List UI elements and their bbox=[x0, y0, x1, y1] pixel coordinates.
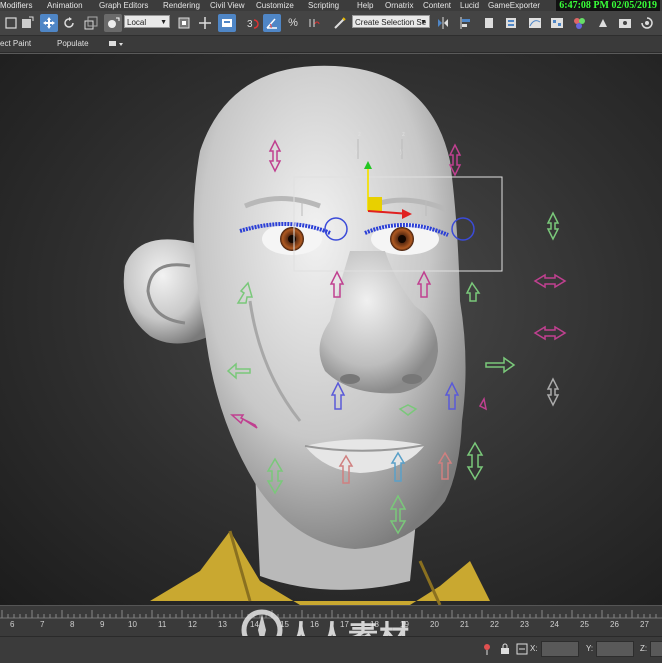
schematic-view-icon[interactable] bbox=[548, 14, 566, 32]
svg-text:z: z bbox=[358, 132, 361, 138]
tick-label: 23 bbox=[520, 620, 529, 629]
named-selection-set-dropdown[interactable]: Create Selection Se ▼ bbox=[352, 15, 430, 28]
align-icon[interactable] bbox=[456, 14, 474, 32]
tick-label: 24 bbox=[550, 620, 559, 629]
x-coordinate-field[interactable] bbox=[541, 641, 579, 657]
control-arrow-jaw-mid bbox=[478, 396, 488, 411]
control-arrow-temple-right bbox=[448, 143, 462, 177]
tick-label: 9 bbox=[100, 620, 105, 629]
absolute-mode-icon[interactable] bbox=[516, 642, 528, 660]
y-coordinate-label: Y: bbox=[586, 644, 594, 653]
rotate-icon[interactable] bbox=[60, 14, 78, 32]
menu-scripting[interactable]: Scripting bbox=[308, 0, 339, 11]
scene-render: zzyy bbox=[123, 65, 567, 606]
menu-rendering[interactable]: Rendering bbox=[163, 0, 200, 11]
tick-label: 7 bbox=[40, 620, 45, 629]
snaps-toggle-icon[interactable]: 3 bbox=[244, 14, 262, 32]
tick-label: 21 bbox=[460, 620, 469, 629]
status-bar: X: Y: Z: bbox=[0, 636, 662, 663]
x-coordinate-label: X: bbox=[530, 644, 538, 653]
pivot-center-icon[interactable] bbox=[175, 14, 193, 32]
ribbon-tab-populate[interactable]: Populate bbox=[57, 36, 89, 52]
manipulate-icon[interactable] bbox=[196, 14, 214, 32]
spinner-snap-icon[interactable] bbox=[304, 14, 322, 32]
mirror-icon[interactable] bbox=[434, 14, 452, 32]
tick-label: 25 bbox=[580, 620, 589, 629]
control-arrow-temple-r2 bbox=[465, 281, 481, 302]
main-toolbar: Local ▼ 3 % Create Selection Se ▼ bbox=[0, 11, 662, 36]
key-filter-icon[interactable] bbox=[482, 642, 492, 660]
perspective-viewport[interactable]: zzyy bbox=[0, 53, 662, 606]
z-coordinate-field[interactable] bbox=[650, 641, 662, 657]
tick-label: 12 bbox=[188, 620, 197, 629]
control-arrow-side-middle bbox=[533, 325, 567, 341]
curve-editor-icon[interactable] bbox=[526, 14, 544, 32]
render-setup-icon[interactable] bbox=[594, 14, 612, 32]
angle-snap-button[interactable] bbox=[263, 14, 281, 32]
reference-coordinate-dropdown[interactable]: Local ▼ bbox=[124, 15, 170, 28]
tick-label: 27 bbox=[640, 620, 649, 629]
menu-lucid[interactable]: Lucid bbox=[460, 0, 479, 11]
menu-content[interactable]: Content bbox=[423, 0, 451, 11]
ribbon-options-icon[interactable] bbox=[108, 36, 124, 52]
keyboard-shortcut-override-button[interactable] bbox=[218, 14, 236, 32]
render-production-icon[interactable] bbox=[638, 14, 656, 32]
ribbon-tab-object-paint[interactable]: ect Paint bbox=[0, 36, 31, 52]
tick-label: 22 bbox=[490, 620, 499, 629]
material-editor-icon[interactable] bbox=[570, 14, 588, 32]
tick-label: 10 bbox=[128, 620, 137, 629]
tick-label: 13 bbox=[218, 620, 227, 629]
menu-civil-view[interactable]: Civil View bbox=[210, 0, 245, 11]
layer-explorer-icon[interactable] bbox=[480, 14, 498, 32]
control-arrow-jaw-right bbox=[466, 441, 484, 481]
tick-label: 8 bbox=[70, 620, 75, 629]
place-icon[interactable] bbox=[104, 14, 122, 32]
tick-label: 26 bbox=[610, 620, 619, 629]
menu-customize[interactable]: Customize bbox=[256, 0, 294, 11]
control-arrow-side-upper bbox=[533, 273, 567, 289]
svg-text:z: z bbox=[402, 132, 405, 138]
rendered-frame-window-icon[interactable] bbox=[616, 14, 634, 32]
menu-graph-editors[interactable]: Graph Editors bbox=[99, 0, 148, 11]
menu-gameexporter[interactable]: GameExporter bbox=[488, 0, 540, 11]
tick-label: 6 bbox=[10, 620, 15, 629]
tick-label: 20 bbox=[430, 620, 439, 629]
z-coordinate-label: Z: bbox=[640, 644, 648, 653]
character-head bbox=[193, 65, 466, 549]
ribbon-bar: ect Paint Populate bbox=[0, 36, 662, 53]
scale-icon[interactable] bbox=[82, 14, 100, 32]
lock-icon[interactable] bbox=[500, 642, 510, 660]
control-arrow-side-top bbox=[546, 211, 560, 241]
control-arrow-side-bottom bbox=[546, 377, 560, 407]
menu-animation[interactable]: Animation bbox=[47, 0, 83, 11]
tick-label: 11 bbox=[158, 620, 167, 629]
menu-modifiers[interactable]: Modifiers bbox=[0, 0, 32, 11]
control-arrow-right-cheek bbox=[485, 356, 516, 374]
select-and-move-button[interactable] bbox=[40, 14, 58, 32]
menu-ornatrix[interactable]: Ornatrix bbox=[385, 0, 413, 11]
percent-snap-icon[interactable]: % bbox=[284, 14, 302, 32]
y-coordinate-field[interactable] bbox=[596, 641, 634, 657]
svg-text:3: 3 bbox=[247, 19, 253, 30]
select-region-icon[interactable] bbox=[18, 14, 36, 32]
edit-named-selection-icon[interactable] bbox=[331, 14, 349, 32]
scene-explorer-icon[interactable] bbox=[502, 14, 520, 32]
menu-help[interactable]: Help bbox=[357, 0, 373, 11]
